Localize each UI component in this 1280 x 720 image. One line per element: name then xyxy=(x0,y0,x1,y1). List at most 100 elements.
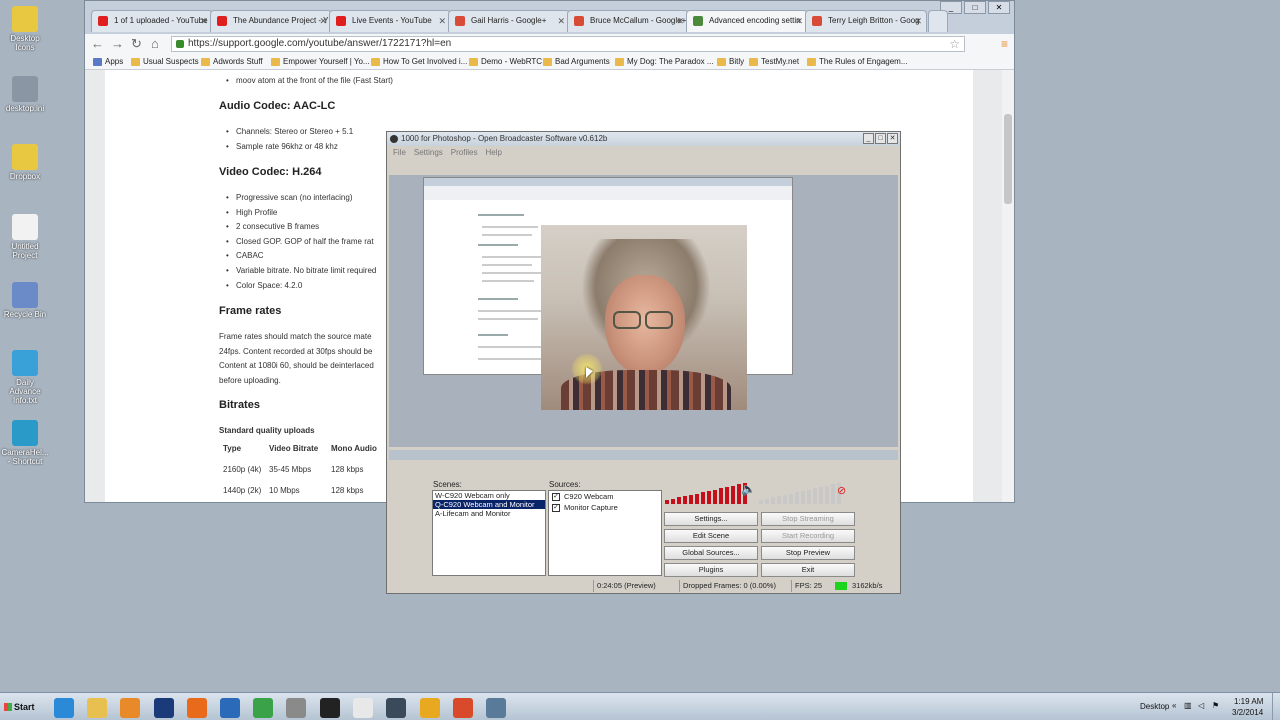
headphones-icon[interactable] xyxy=(420,698,440,718)
tab-close-icon[interactable]: ✕ xyxy=(914,11,922,31)
start-button[interactable]: Start xyxy=(2,697,36,717)
scene-item[interactable]: W-C920 Webcam only xyxy=(433,491,545,500)
stop-preview-button[interactable]: Stop Preview xyxy=(761,546,855,560)
tab-close-icon[interactable]: ✕ xyxy=(795,11,803,31)
obs-title-bar[interactable]: 1000 for Photoshop - Open Broadcaster So… xyxy=(387,132,900,146)
stop-streaming-button[interactable]: Stop Streaming xyxy=(761,512,855,526)
star-app-icon[interactable] xyxy=(220,698,240,718)
bookmark-item[interactable]: Bad Arguments xyxy=(543,56,610,68)
meter-bar xyxy=(783,494,787,504)
tab-close-icon[interactable]: ✕ xyxy=(319,11,327,31)
list-item: moov atom at the front of the file (Fast… xyxy=(226,76,393,85)
browser-tab[interactable]: 1 of 1 uploaded - YouTube ✕ xyxy=(91,10,213,32)
tray-network-icon[interactable]: ▥ xyxy=(1184,701,1192,710)
bookmark-item[interactable]: Apps xyxy=(93,56,123,68)
obs-close-button[interactable]: ✕ xyxy=(887,133,898,144)
bookmark-star-icon[interactable]: ☆ xyxy=(949,37,960,51)
bookmark-item[interactable]: How To Get Involved i... xyxy=(371,56,467,68)
mic-muted-icon[interactable]: ⊘ xyxy=(837,484,846,497)
scrollbar-thumb[interactable] xyxy=(1004,114,1012,204)
table-cell: 128 kbps xyxy=(331,486,364,495)
browser-tab[interactable]: Live Events - YouTube ✕ xyxy=(329,10,451,32)
tab-close-icon[interactable]: ✕ xyxy=(200,11,208,31)
scene-item[interactable]: Q-C920 Webcam and Monitor xyxy=(433,500,545,509)
media-player-icon[interactable] xyxy=(120,698,140,718)
obs-menu-file[interactable]: File xyxy=(393,146,406,160)
tray-expand-icon[interactable]: « xyxy=(1172,701,1176,710)
obs-maximize-button[interactable]: □ xyxy=(875,133,886,144)
obs-minimize-button[interactable]: _ xyxy=(863,133,874,144)
bookmark-label: Bad Arguments xyxy=(555,57,610,66)
meter-bar xyxy=(707,490,711,504)
desktop-icon[interactable]: CameraHel... - Shortcut xyxy=(0,420,50,466)
camera-icon[interactable] xyxy=(286,698,306,718)
desktop-icon[interactable]: Desktop Icons xyxy=(0,6,50,52)
obs-menu-settings[interactable]: Settings xyxy=(414,146,443,160)
browser-tab[interactable]: Terry Leigh Britton - Goog ✕ xyxy=(805,10,927,32)
obs-icon[interactable] xyxy=(320,698,340,718)
grid-icon[interactable] xyxy=(453,698,473,718)
home-icon[interactable]: ⌂ xyxy=(151,36,159,51)
check-icon[interactable] xyxy=(154,698,174,718)
bookmark-item[interactable]: Bitly xyxy=(717,56,744,68)
folder-icon[interactable] xyxy=(87,698,107,718)
firefox-icon[interactable] xyxy=(187,698,207,718)
alien-icon[interactable] xyxy=(353,698,373,718)
obs-menu-help[interactable]: Help xyxy=(485,146,501,160)
bookmark-item[interactable]: The Rules of Engagem... xyxy=(807,56,908,68)
desktop-toolbar-label[interactable]: Desktop xyxy=(1140,702,1169,711)
ie-icon[interactable] xyxy=(54,698,74,718)
bookmark-item[interactable]: Empower Yourself | Yo... xyxy=(271,56,370,68)
tab-close-icon[interactable]: ✕ xyxy=(438,11,446,31)
tab-close-icon[interactable]: ✕ xyxy=(676,11,684,31)
edit-scene-button[interactable]: Edit Scene xyxy=(664,529,758,543)
page-scrollbar[interactable] xyxy=(1002,70,1014,502)
source-checkbox[interactable]: ✓ xyxy=(552,493,560,501)
obs-menu-profiles[interactable]: Profiles xyxy=(451,146,478,160)
screen-capture-icon[interactable] xyxy=(486,698,506,718)
global-sources-button[interactable]: Global Sources... xyxy=(664,546,758,560)
new-tab-button[interactable] xyxy=(928,10,948,32)
reload-icon[interactable]: ↻ xyxy=(131,36,142,52)
browser-tab[interactable]: Bruce McCallum - Google+ ✕ xyxy=(567,10,689,32)
close-button[interactable]: ✕ xyxy=(988,1,1010,14)
tray-flag-icon[interactable]: ⚑ xyxy=(1212,701,1219,710)
settings-button[interactable]: Settings... xyxy=(664,512,758,526)
sources-list[interactable]: ✓ C920 Webcam ✓ Monitor Capture xyxy=(548,490,662,576)
window-icon[interactable] xyxy=(386,698,406,718)
bookmark-item[interactable]: Demo - WebRTC xyxy=(469,56,542,68)
desktop-icon[interactable]: Daily Advance Info.txt xyxy=(0,350,50,405)
paragraph-line: Content at 1080i 60, should be deinterla… xyxy=(219,361,374,370)
tab-close-icon[interactable]: ✕ xyxy=(557,11,565,31)
show-desktop-button[interactable] xyxy=(1272,693,1280,720)
speaker-icon[interactable]: 🔈 xyxy=(741,482,756,496)
maximize-button[interactable]: □ xyxy=(964,1,986,14)
bookmark-item[interactable]: Adwords Stuff xyxy=(201,56,263,68)
menu-icon[interactable]: ≡ xyxy=(1001,37,1008,51)
address-bar[interactable]: https://support.google.com/youtube/answe… xyxy=(171,36,965,52)
source-item[interactable]: ✓ Monitor Capture xyxy=(549,502,661,513)
bookmark-item[interactable]: TestMy.net xyxy=(749,56,799,68)
forward-icon[interactable]: → xyxy=(111,36,124,51)
scenes-list[interactable]: W-C920 Webcam only Q-C920 Webcam and Moni… xyxy=(432,490,546,576)
source-checkbox[interactable]: ✓ xyxy=(552,504,560,512)
start-recording-button[interactable]: Start Recording xyxy=(761,529,855,543)
browser-tab[interactable]: Gail Harris - Google+ ✕ xyxy=(448,10,570,32)
desktop-icon[interactable]: Dropbox xyxy=(0,144,50,181)
tray-volume-icon[interactable]: ◁ xyxy=(1198,701,1204,710)
source-item[interactable]: ✓ C920 Webcam xyxy=(549,491,661,502)
chrome-icon[interactable] xyxy=(253,698,273,718)
desktop-icon[interactable]: desktop.ini xyxy=(0,76,50,113)
browser-tab[interactable]: Advanced encoding settin ✕ xyxy=(686,10,808,32)
exit-button[interactable]: Exit xyxy=(761,563,855,577)
scene-item[interactable]: A-Lifecam and Monitor xyxy=(433,509,545,518)
desktop-icon[interactable]: Recycle Bin xyxy=(0,282,50,319)
browser-tab[interactable]: The Abundance Project - Y ✕ xyxy=(210,10,332,32)
desktop-icon[interactable]: Untitled Project xyxy=(0,214,50,260)
clock-time[interactable]: 1:19 AM xyxy=(1234,697,1263,706)
clock-date[interactable]: 3/2/2014 xyxy=(1232,708,1263,717)
plugins-button[interactable]: Plugins xyxy=(664,563,758,577)
bookmark-item[interactable]: Usual Suspects xyxy=(131,56,199,68)
back-icon[interactable]: ← xyxy=(91,36,104,51)
bookmark-item[interactable]: My Dog: The Paradox ... xyxy=(615,56,714,68)
